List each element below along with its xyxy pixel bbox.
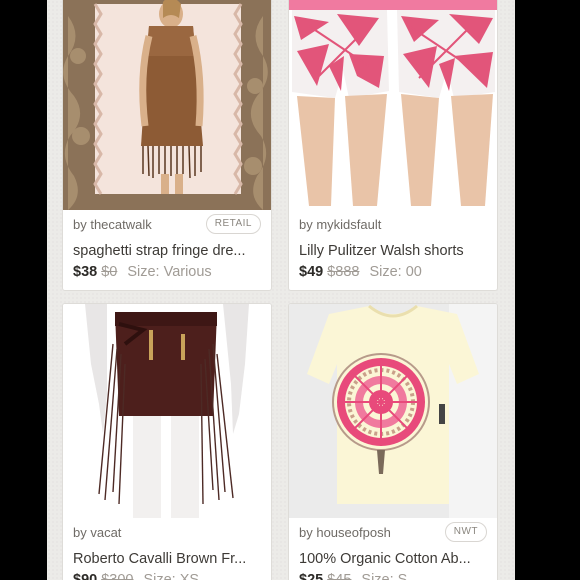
- size-label: Size:: [143, 572, 176, 580]
- listing-card[interactable]: by thecatwalk RETAIL spaghetti strap fri…: [62, 0, 272, 291]
- price-row: $25 $45 Size: S: [299, 572, 407, 580]
- listing-title[interactable]: spaghetti strap fringe dre...: [73, 243, 263, 259]
- tshirt-photo: [289, 304, 497, 518]
- listing-photo[interactable]: [63, 0, 271, 210]
- price: $25: [299, 572, 324, 580]
- listing-card[interactable]: by houseofposh NWT 100% Organic Cotton A…: [288, 303, 498, 580]
- size-label: Size:: [369, 264, 402, 280]
- listing-photo[interactable]: [289, 0, 497, 210]
- listing-card[interactable]: by vacat Roberto Cavalli Brown Fr... $90…: [62, 303, 272, 580]
- listing-title[interactable]: Roberto Cavalli Brown Fr...: [73, 551, 263, 567]
- retail-badge: RETAIL: [205, 214, 261, 234]
- size-value: Various: [163, 264, 212, 280]
- original-price: $45: [327, 572, 352, 580]
- seller-name[interactable]: by houseofposh: [299, 525, 391, 540]
- price: $90: [73, 572, 98, 580]
- price: $38: [73, 264, 98, 280]
- seller-name[interactable]: by mykidsfault: [299, 217, 381, 232]
- size-label: Size:: [361, 572, 394, 580]
- listing-grid: by thecatwalk RETAIL spaghetti strap fri…: [47, 0, 515, 580]
- size-value: S: [397, 572, 408, 580]
- price: $49: [299, 264, 324, 280]
- listing-photo[interactable]: [63, 304, 271, 518]
- size-value: 00: [405, 264, 422, 280]
- listing-card[interactable]: by mykidsfault Lilly Pulitzer Walsh shor…: [288, 0, 498, 291]
- price-row: $49 $888 Size: 00: [299, 264, 422, 280]
- original-price: $0: [101, 264, 118, 280]
- seller-name[interactable]: by thecatwalk: [73, 217, 152, 232]
- dress-photo: [63, 0, 271, 210]
- original-price: $300: [101, 572, 134, 580]
- listing-title[interactable]: 100% Organic Cotton Ab...: [299, 551, 489, 567]
- size-value: XS: [179, 572, 200, 580]
- price-row: $90 $300 Size: XS: [73, 572, 199, 580]
- original-price: $888: [327, 264, 360, 280]
- nwt-badge: NWT: [444, 522, 487, 542]
- price-row: $38 $0 Size: Various: [73, 264, 212, 280]
- seller-name[interactable]: by vacat: [73, 525, 121, 540]
- size-label: Size:: [127, 264, 160, 280]
- skirt-photo: [63, 304, 271, 518]
- listing-photo[interactable]: [289, 304, 497, 518]
- shorts-photo: [289, 0, 497, 210]
- listing-title[interactable]: Lilly Pulitzer Walsh shorts: [299, 243, 489, 259]
